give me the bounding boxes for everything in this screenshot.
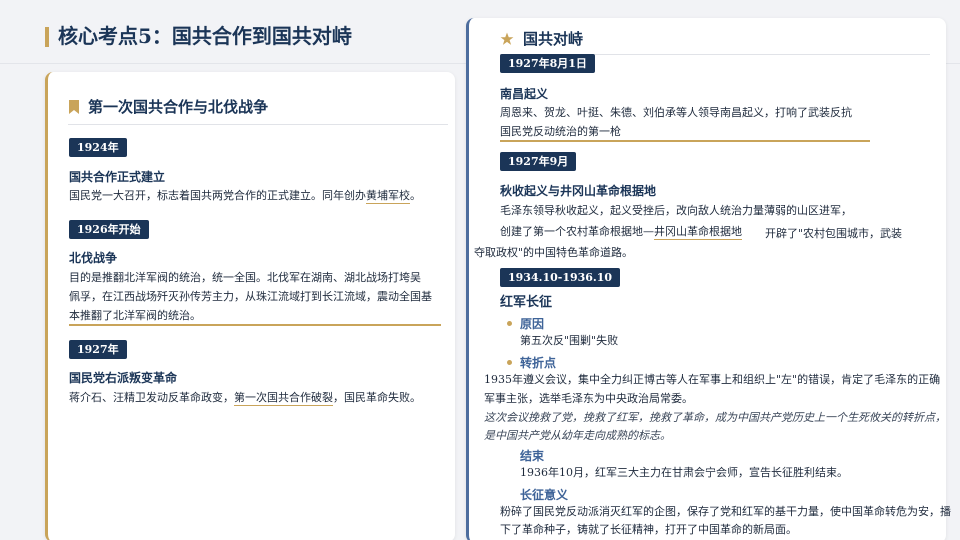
item-text: 国民党一大召开，标志着国共两党合作的正式建立。同年创办黄埔军校。 xyxy=(69,189,421,204)
item-text-line: 毛泽东领导秋收起义，起义受挫后，改向敌人统治力量薄弱的山区进军， xyxy=(500,204,852,217)
right-section-header: 国共对峙 xyxy=(500,28,583,49)
highlight-underline xyxy=(500,140,870,142)
reason-heading: 原因 xyxy=(507,315,544,332)
page-title: 核心考点5：国共合作到国共对峙 xyxy=(58,24,352,48)
item-title: 国共合作正式建立 xyxy=(69,170,166,184)
item-text: 蒋介石、汪精卫发动反革命政变，第一次国共合作破裂，国民革命失败。 xyxy=(69,391,421,406)
date-badge: 1926年开始 xyxy=(69,220,149,239)
highlight-term: 黄埔军校 xyxy=(366,189,410,204)
bookmark-icon xyxy=(69,99,79,114)
item-text: 创建了第一个农村革命根据地—井冈山革命根据地 xyxy=(500,225,742,240)
end-heading: 结束 xyxy=(520,449,545,463)
turning-point-quote: 这次会议挽救了党，挽救了红军，挽救了革命，成为中国共产党历史上一个生死攸关的转折… xyxy=(484,411,946,424)
star-icon xyxy=(500,32,514,45)
turning-point-text: 1935年遵义会议，集中全力纠正博古等人在军事上和组织上"左"的错误，肯定了毛泽… xyxy=(484,373,941,386)
item-text-line: 本推翻了北洋军阀的统治。 xyxy=(69,309,201,322)
significance-heading: 长征意义 xyxy=(520,488,569,502)
left-section-divider xyxy=(68,124,448,125)
date-badge: 1927年9月 xyxy=(500,152,577,171)
item-title: 秋收起义与井冈山革命根据地 xyxy=(500,184,657,198)
date-badge: 1924年 xyxy=(69,138,127,157)
item-text-line: 目的是推翻北洋军阀的统治，统一全国。北伐军在湖南、湖北战场打垮吴 xyxy=(69,271,421,284)
right-section-title: 国共对峙 xyxy=(523,30,584,48)
left-section-title: 第一次国共合作与北伐战争 xyxy=(88,98,269,116)
turning-point-heading: 转折点 xyxy=(507,354,556,371)
item-title: 国民党右派叛变革命 xyxy=(69,371,178,385)
highlight-term: 第一次国共合作破裂 xyxy=(234,391,333,406)
date-badge: 1927年8月1日 xyxy=(500,54,595,73)
item-title: 红军长征 xyxy=(500,295,553,310)
item-text-line: 佩孚，在江西战场歼灭孙传芳主力，从珠江流域打到长江流域，震动全国基 xyxy=(69,290,432,303)
date-badge: 1934.10-1936.10 xyxy=(500,268,621,287)
highlight-term: 井冈山革命根据地 xyxy=(654,225,742,240)
bullet-dot-icon xyxy=(507,360,512,365)
item-text-line: 国民党反动统治的第一枪 xyxy=(500,125,621,138)
item-text-line: 夺取政权"的中国特色革命道路。 xyxy=(474,246,634,259)
turning-point-quote: 是中国共产党从幼年走向成熟的标志。 xyxy=(484,429,671,442)
item-text-line: 周恩来、贺龙、叶挺、朱德、刘伯承等人领导南昌起义，打响了武装反抗 xyxy=(500,106,852,119)
item-title: 南昌起义 xyxy=(500,87,549,101)
turning-point-text: 军事主张，选举毛泽东为中央政治局常委。 xyxy=(484,392,693,405)
highlight-underline xyxy=(69,324,441,326)
significance-text: 下了革命种子，铸就了长征精神，打开了中国革命的新局面。 xyxy=(500,523,797,536)
item-text-line: 开辟了"农村包围城市，武装 xyxy=(765,227,903,240)
end-text: 1936年10月，红军三大主力在甘肃会宁会师，宣告长征胜利结束。 xyxy=(520,466,848,479)
title-accent-bar xyxy=(45,27,49,47)
date-badge: 1927年 xyxy=(69,340,127,359)
significance-text: 粉碎了国民党反动派消灭红军的企图，保存了党和红军的基干力量，使中国革命转危为安，… xyxy=(500,505,951,518)
left-section-header: 第一次国共合作与北伐战争 xyxy=(68,96,268,117)
reason-text: 第五次反"围剿"失败 xyxy=(520,334,619,347)
item-title: 北伐战争 xyxy=(69,251,118,265)
bullet-dot-icon xyxy=(507,321,512,326)
